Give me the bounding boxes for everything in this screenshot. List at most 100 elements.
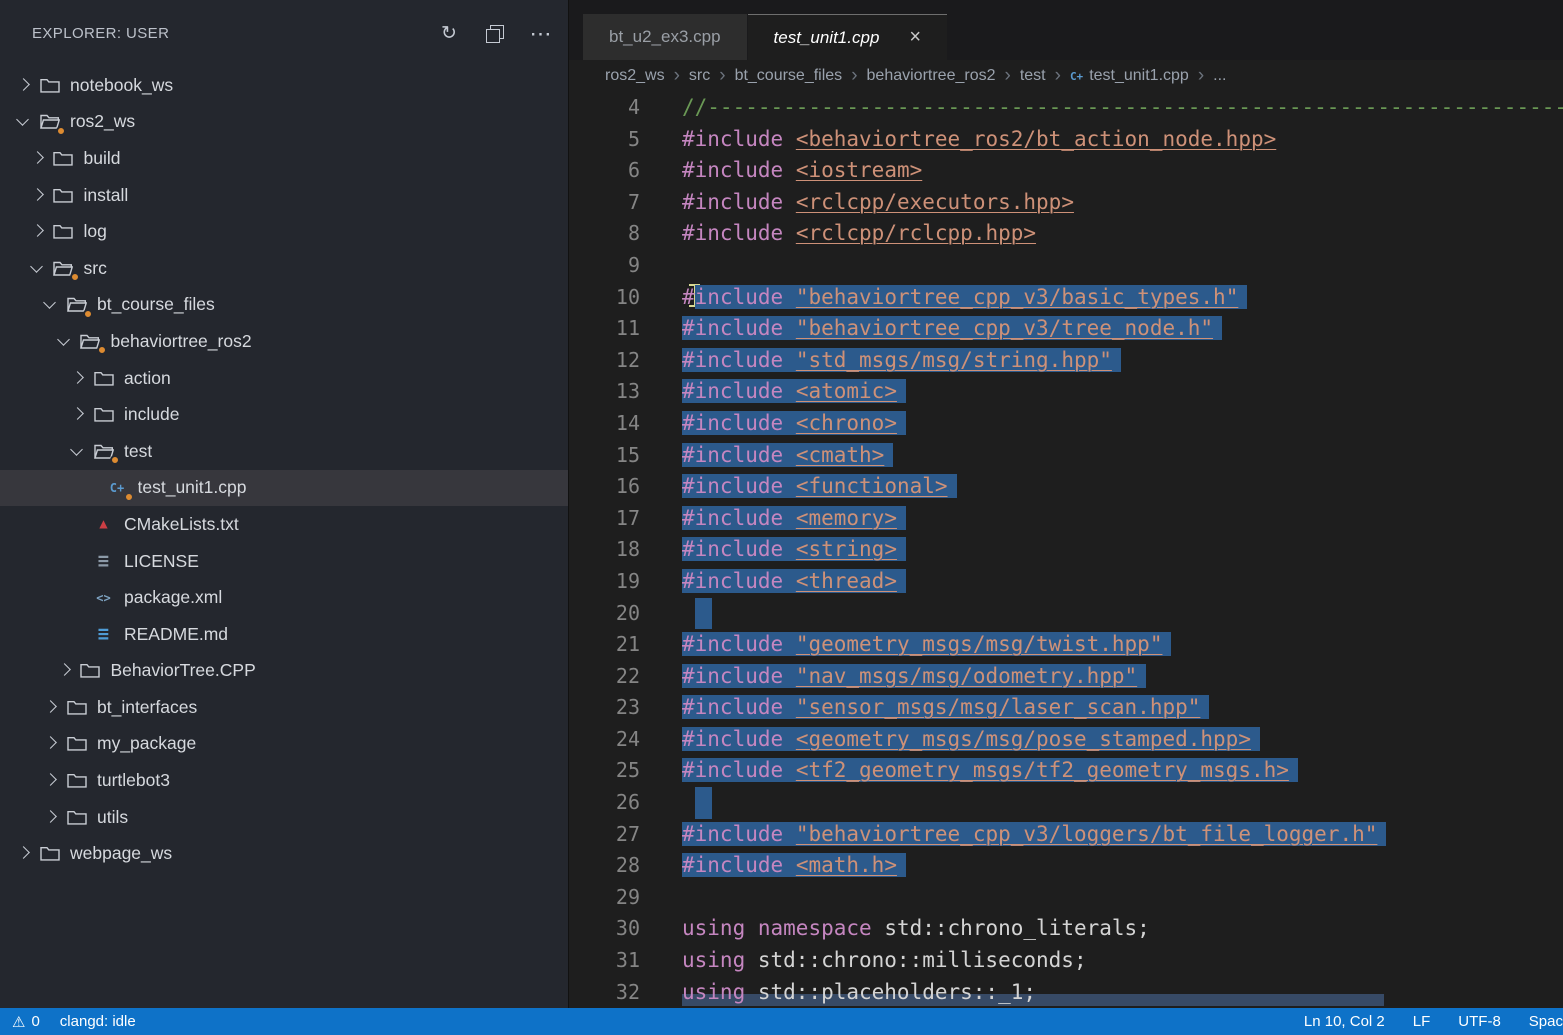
tree-item-behaviortree_ros2[interactable]: behaviortree_ros2 bbox=[0, 323, 568, 360]
collapse-folders-icon[interactable] bbox=[484, 23, 506, 45]
code-line-23[interactable]: 23#include "sensor_msgs/msg/laser_scan.h… bbox=[569, 692, 1563, 724]
code-line-9[interactable]: 9 bbox=[569, 250, 1563, 282]
tree-item-build[interactable]: build bbox=[0, 140, 568, 177]
tree-item-CMakeLists.txt[interactable]: ▲CMakeLists.txt bbox=[0, 506, 568, 543]
folder-icon bbox=[78, 660, 103, 682]
code-line-13[interactable]: 13#include <atomic> bbox=[569, 376, 1563, 408]
code-line-26[interactable]: 26 bbox=[569, 787, 1563, 819]
refresh-icon[interactable]: ↻ bbox=[438, 23, 460, 45]
code-token bbox=[783, 853, 796, 877]
tree-item-test_unit1.cpp[interactable]: C+test_unit1.cpp bbox=[0, 470, 568, 507]
chevron-right-icon[interactable] bbox=[14, 76, 33, 95]
chevron-down-icon[interactable] bbox=[28, 259, 47, 278]
chevron-right-icon[interactable] bbox=[14, 844, 33, 863]
code-line-15[interactable]: 15#include <cmath> bbox=[569, 440, 1563, 472]
code-line-27[interactable]: 27#include "behaviortree_cpp_v3/loggers/… bbox=[569, 819, 1563, 851]
tree-item-bt_interfaces[interactable]: bt_interfaces bbox=[0, 689, 568, 726]
tree-item-test[interactable]: test bbox=[0, 433, 568, 470]
code-line-4[interactable]: 4//-------------------------------------… bbox=[569, 92, 1563, 124]
code-line-14[interactable]: 14#include <chrono> bbox=[569, 408, 1563, 440]
tree-item-webpage_ws[interactable]: webpage_ws bbox=[0, 835, 568, 872]
code-line-10[interactable]: 10#include "behaviortree_cpp_v3/basic_ty… bbox=[569, 282, 1563, 314]
code-line-25[interactable]: 25#include <tf2_geometry_msgs/tf2_geomet… bbox=[569, 755, 1563, 787]
code-line-19[interactable]: 19#include <thread> bbox=[569, 566, 1563, 598]
tree-item-install[interactable]: install bbox=[0, 177, 568, 214]
line-number: 22 bbox=[569, 661, 640, 693]
tree-item-include[interactable]: include bbox=[0, 396, 568, 433]
chevron-right-icon[interactable] bbox=[41, 734, 60, 753]
chevron-right-icon[interactable] bbox=[28, 186, 47, 205]
tree-item-LICENSE[interactable]: ≡LICENSE bbox=[0, 543, 568, 580]
tree-item-log[interactable]: log bbox=[0, 213, 568, 250]
tree-item-src[interactable]: src bbox=[0, 250, 568, 287]
tree-item-utils[interactable]: utils bbox=[0, 799, 568, 836]
code-line-20[interactable]: 20 bbox=[569, 598, 1563, 630]
tab-bt_u2_ex3.cpp[interactable]: bt_u2_ex3.cpp bbox=[583, 14, 747, 60]
code-token: std::chrono_literals; bbox=[872, 916, 1150, 940]
chevron-down-icon[interactable] bbox=[68, 442, 87, 461]
status-cursor-position[interactable]: Ln 10, Col 2 bbox=[1304, 1013, 1385, 1030]
status-eol-indicator[interactable]: LF bbox=[1413, 1013, 1431, 1030]
chevron-down-icon[interactable] bbox=[14, 112, 33, 131]
selection-highlight: #include "behaviortree_cpp_v3/tree_node.… bbox=[682, 316, 1222, 340]
code-line-8[interactable]: 8#include <rclcpp/rclcpp.hpp> bbox=[569, 218, 1563, 250]
chevron-right-icon[interactable] bbox=[41, 808, 60, 827]
chevron-right-icon[interactable] bbox=[28, 149, 47, 168]
line-number: 6 bbox=[569, 155, 640, 187]
xml-file-icon: <> bbox=[91, 587, 116, 609]
breadcrumb-item-test_unit1.cpp[interactable]: C+test_unit1.cpp bbox=[1070, 67, 1189, 85]
breadcrumb-item-behaviortree_ros2[interactable]: behaviortree_ros2 bbox=[867, 67, 996, 85]
tree-item-my_package[interactable]: my_package bbox=[0, 726, 568, 763]
status-clangd-status[interactable]: clangd: idle bbox=[60, 1013, 136, 1030]
breadcrumb-item-...[interactable]: ... bbox=[1213, 67, 1226, 85]
line-content: #include <behaviortree_ros2/bt_action_no… bbox=[682, 124, 1276, 156]
chevron-right-icon[interactable] bbox=[68, 405, 87, 424]
chevron-down-icon[interactable] bbox=[41, 295, 60, 314]
code-token: <math.h> bbox=[796, 853, 897, 877]
code-line-30[interactable]: 30using namespace std::chrono_literals; bbox=[569, 913, 1563, 945]
chevron-down-icon[interactable] bbox=[55, 332, 74, 351]
code-line-11[interactable]: 11#include "behaviortree_cpp_v3/tree_nod… bbox=[569, 313, 1563, 345]
tree-item-package.xml[interactable]: <>package.xml bbox=[0, 579, 568, 616]
status-encoding-indicator[interactable]: UTF-8 bbox=[1458, 1013, 1501, 1030]
chevron-right-icon[interactable] bbox=[28, 222, 47, 241]
code-line-5[interactable]: 5#include <behaviortree_ros2/bt_action_n… bbox=[569, 124, 1563, 156]
chevron-right-icon[interactable] bbox=[68, 369, 87, 388]
selection-highlight: #include "sensor_msgs/msg/laser_scan.hpp… bbox=[682, 695, 1209, 719]
more-actions-icon[interactable]: ⋯ bbox=[530, 23, 552, 45]
code-line-31[interactable]: 31using std::chrono::milliseconds; bbox=[569, 945, 1563, 977]
code-line-6[interactable]: 6#include <iostream> bbox=[569, 155, 1563, 187]
tree-item-BehaviorTree.CPP[interactable]: BehaviorTree.CPP bbox=[0, 653, 568, 690]
code-line-28[interactable]: 28#include <math.h> bbox=[569, 850, 1563, 882]
breadcrumb-item-bt_course_files[interactable]: bt_course_files bbox=[735, 67, 843, 85]
tree-item-README.md[interactable]: ≡README.md bbox=[0, 616, 568, 653]
breadcrumb-item-test[interactable]: test bbox=[1020, 67, 1046, 85]
chevron-right-icon[interactable] bbox=[41, 771, 60, 790]
status-warnings[interactable]: ⚠0 bbox=[12, 1013, 40, 1031]
chevron-right-icon[interactable] bbox=[41, 698, 60, 717]
tree-item-action[interactable]: action bbox=[0, 360, 568, 397]
chevron-right-icon[interactable] bbox=[55, 661, 74, 680]
code-area[interactable]: 4//-------------------------------------… bbox=[569, 92, 1563, 1008]
code-line-16[interactable]: 16#include <functional> bbox=[569, 471, 1563, 503]
breadcrumb-label: behaviortree_ros2 bbox=[867, 67, 996, 85]
code-line-7[interactable]: 7#include <rclcpp/executors.hpp> bbox=[569, 187, 1563, 219]
tree-item-notebook_ws[interactable]: notebook_ws bbox=[0, 67, 568, 104]
code-line-21[interactable]: 21#include "geometry_msgs/msg/twist.hpp" bbox=[569, 629, 1563, 661]
code-line-12[interactable]: 12#include "std_msgs/msg/string.hpp" bbox=[569, 345, 1563, 377]
code-line-29[interactable]: 29 bbox=[569, 882, 1563, 914]
breadcrumb-item-ros2_ws[interactable]: ros2_ws bbox=[605, 67, 665, 85]
code-token: #include bbox=[682, 632, 783, 656]
code-line-22[interactable]: 22#include "nav_msgs/msg/odometry.hpp" bbox=[569, 661, 1563, 693]
status-indentation-indicator[interactable]: Spac bbox=[1529, 1013, 1563, 1030]
tree-item-bt_course_files[interactable]: bt_course_files bbox=[0, 287, 568, 324]
breadcrumb-item-src[interactable]: src bbox=[689, 67, 710, 85]
code-line-24[interactable]: 24#include <geometry_msgs/msg/pose_stamp… bbox=[569, 724, 1563, 756]
close-icon[interactable]: × bbox=[909, 26, 921, 49]
code-line-18[interactable]: 18#include <string> bbox=[569, 534, 1563, 566]
code-line-17[interactable]: 17#include <memory> bbox=[569, 503, 1563, 535]
tab-test_unit1.cpp[interactable]: test_unit1.cpp× bbox=[748, 14, 948, 60]
tree-item-turtlebot3[interactable]: turtlebot3 bbox=[0, 762, 568, 799]
status-text: Ln 10, Col 2 bbox=[1304, 1013, 1385, 1030]
tree-item-ros2_ws[interactable]: ros2_ws bbox=[0, 104, 568, 141]
